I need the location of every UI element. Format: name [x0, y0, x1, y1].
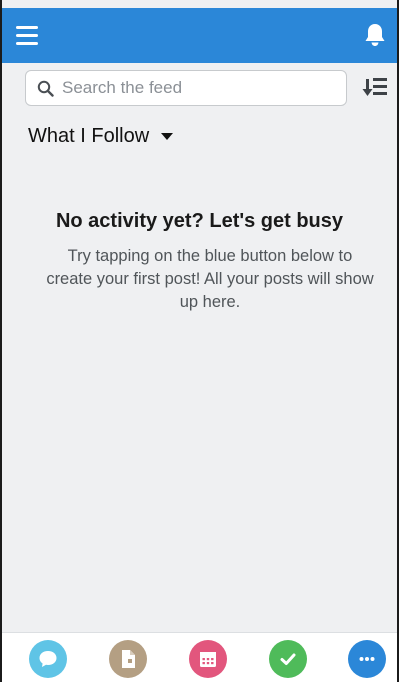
feed-filter-label: What I Follow: [28, 124, 150, 147]
bell-icon: [365, 24, 385, 46]
search-input[interactable]: [62, 71, 342, 105]
empty-state-title: No activity yet? Let's get busy: [55, 210, 344, 232]
hamburger-icon-line-3: [16, 42, 38, 45]
more-actions-button[interactable]: [348, 640, 386, 678]
search-icon: [37, 80, 54, 97]
hamburger-icon-line-1: [16, 26, 38, 29]
header-bar: [2, 8, 397, 63]
left-border: [0, 0, 2, 682]
calendar-icon: [200, 652, 216, 667]
new-event-button[interactable]: [189, 640, 227, 678]
file-icon: [122, 650, 135, 668]
checkmark-icon: [280, 653, 296, 665]
sort-icon: [362, 78, 387, 96]
search-box[interactable]: [25, 70, 347, 106]
chevron-down-icon: [161, 132, 174, 140]
new-task-button[interactable]: [269, 640, 307, 678]
hamburger-icon-line-2: [16, 34, 38, 37]
notifications-button[interactable]: [363, 22, 387, 48]
empty-state-message: Try tapping on the blue button below to …: [46, 247, 374, 311]
sort-button[interactable]: [362, 76, 388, 100]
action-bar: [2, 632, 397, 682]
ellipsis-icon: [359, 657, 375, 661]
chat-bubble-icon: [39, 651, 57, 667]
menu-button[interactable]: [16, 26, 38, 46]
feed-filter-dropdown[interactable]: What I Follow: [28, 123, 174, 149]
new-post-button[interactable]: [29, 640, 67, 678]
new-file-button[interactable]: [109, 640, 147, 678]
app-screen: What I Follow No activity yet? Let's get…: [0, 0, 399, 682]
